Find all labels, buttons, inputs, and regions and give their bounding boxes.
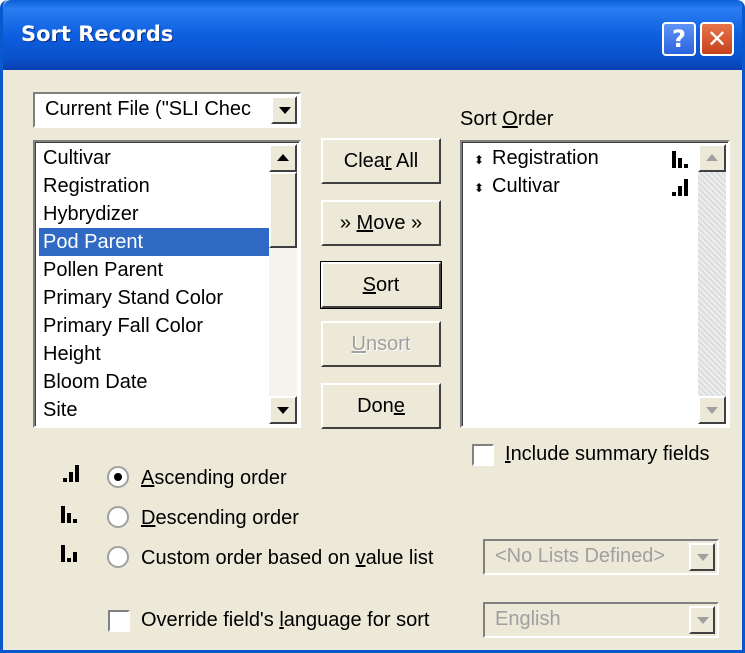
- sort-records-dialog: Sort Records ? ✕ Current File ("SLI Chec…: [0, 0, 745, 653]
- sort-order-scrollbar[interactable]: [698, 144, 726, 424]
- window-title: Sort Records: [21, 22, 174, 46]
- custom-order-label[interactable]: Custom order based on value list: [141, 547, 433, 570]
- clear-all-label-b: All: [391, 150, 419, 172]
- move-button[interactable]: » Move »: [321, 200, 441, 246]
- sort-order-label: Sort Order: [460, 108, 553, 131]
- chevron-down-icon[interactable]: [271, 96, 297, 124]
- sort-label-b: ort: [376, 274, 400, 296]
- custom-order-icon: [61, 542, 81, 562]
- sort-order-label-a: Sort: [460, 108, 503, 130]
- chevron-down-icon[interactable]: [689, 543, 715, 571]
- chevron-down-icon[interactable]: [689, 606, 715, 634]
- help-button[interactable]: ?: [662, 22, 696, 56]
- ascending-text: scending order: [154, 467, 287, 489]
- list-item[interactable]: Registration: [43, 172, 150, 200]
- unsort-button[interactable]: Unsort: [321, 321, 441, 367]
- move-label-b: ove »: [373, 212, 423, 234]
- unsort-label-key: U: [351, 333, 366, 355]
- scroll-up-button[interactable]: [698, 144, 726, 172]
- drag-handle-icon[interactable]: ⬍: [474, 146, 492, 174]
- scroll-down-button[interactable]: [269, 396, 297, 424]
- done-label-key: e: [393, 395, 405, 417]
- descending-radio[interactable]: [107, 506, 129, 528]
- ascending-label[interactable]: Ascending order: [141, 467, 287, 490]
- include-summary-checkbox[interactable]: [472, 444, 494, 466]
- field-list[interactable]: Cultivar Registration Hybrydizer Pod Parent…: [33, 140, 301, 428]
- clear-all-label-key: r: [384, 150, 392, 172]
- move-label-key: M: [356, 212, 374, 234]
- scroll-thumb[interactable]: [269, 172, 297, 248]
- sort-label-key: S: [362, 274, 376, 296]
- scroll-up-button[interactable]: [269, 144, 297, 172]
- clear-all-label-a: Clea: [343, 150, 385, 172]
- ascending-key: A: [141, 467, 155, 489]
- override-language-checkbox[interactable]: [108, 610, 130, 632]
- override-language-text-a: Override field's: [141, 609, 280, 631]
- ascending-icon: [672, 176, 692, 196]
- language-select-value: English: [495, 608, 561, 630]
- ascending-icon: [63, 462, 83, 482]
- descending-icon: [672, 148, 692, 168]
- value-list-select-value: <No Lists Defined>: [495, 545, 666, 567]
- list-item[interactable]: Pollen Parent: [43, 256, 163, 284]
- custom-order-text-b: alue list: [365, 547, 434, 569]
- title-bar[interactable]: Sort Records ? ✕: [3, 0, 742, 70]
- file-select-value: Current File ("SLI Chec: [45, 98, 252, 120]
- list-item[interactable]: Bloom Date: [43, 368, 148, 396]
- sort-order-label-b: rder: [517, 108, 554, 130]
- file-select[interactable]: Current File ("SLI Chec: [33, 92, 301, 128]
- descending-key: D: [141, 507, 156, 529]
- list-item[interactable]: Height: [43, 340, 101, 368]
- sort-order-list[interactable]: ⬍ Registration ⬍ Cultivar: [460, 140, 730, 428]
- list-item[interactable]: Cultivar: [43, 144, 111, 172]
- sort-button[interactable]: Sort: [320, 261, 442, 309]
- language-select[interactable]: English: [483, 602, 719, 638]
- list-item[interactable]: Site: [43, 396, 77, 424]
- list-item[interactable]: Primary Fall Color: [43, 312, 203, 340]
- custom-order-text-a: Custom order based on: [141, 547, 356, 569]
- list-item[interactable]: Primary Stand Color: [43, 284, 223, 312]
- descending-text: escending order: [155, 507, 299, 529]
- done-label-a: Don: [357, 395, 394, 417]
- sort-order-item[interactable]: ⬍ Cultivar: [474, 172, 694, 200]
- dialog-body: Current File ("SLI Chec Cultivar Registra…: [3, 70, 742, 650]
- unsort-label-b: nsort: [365, 333, 411, 355]
- sort-order-item[interactable]: ⬍ Registration: [474, 144, 694, 172]
- ascending-radio[interactable]: [107, 466, 129, 488]
- sort-order-item-label: Registration: [492, 147, 599, 169]
- descending-label[interactable]: Descending order: [141, 507, 299, 530]
- list-item[interactable]: Hybrydizer: [43, 200, 139, 228]
- sort-order-item-label: Cultivar: [492, 175, 560, 197]
- include-summary-label[interactable]: Include summary fields: [505, 443, 710, 466]
- custom-order-key: v: [355, 547, 366, 569]
- value-list-select[interactable]: <No Lists Defined>: [483, 539, 719, 575]
- custom-order-radio[interactable]: [107, 546, 129, 568]
- field-list-scrollbar[interactable]: [269, 144, 297, 424]
- override-language-text-b: anguage for sort: [283, 609, 430, 631]
- done-button[interactable]: Done: [321, 383, 441, 429]
- list-item[interactable]: Pod Parent: [39, 228, 269, 256]
- scroll-down-button[interactable]: [698, 396, 726, 424]
- clear-all-button[interactable]: Clear All: [321, 138, 441, 184]
- include-summary-text: nclude summary fields: [510, 443, 710, 465]
- sort-order-label-key: O: [502, 108, 518, 130]
- override-language-label[interactable]: Override field's language for sort: [141, 609, 429, 632]
- move-label-a: »: [339, 212, 357, 234]
- close-button[interactable]: ✕: [700, 22, 734, 56]
- descending-icon: [61, 503, 81, 523]
- drag-handle-icon[interactable]: ⬍: [474, 174, 492, 202]
